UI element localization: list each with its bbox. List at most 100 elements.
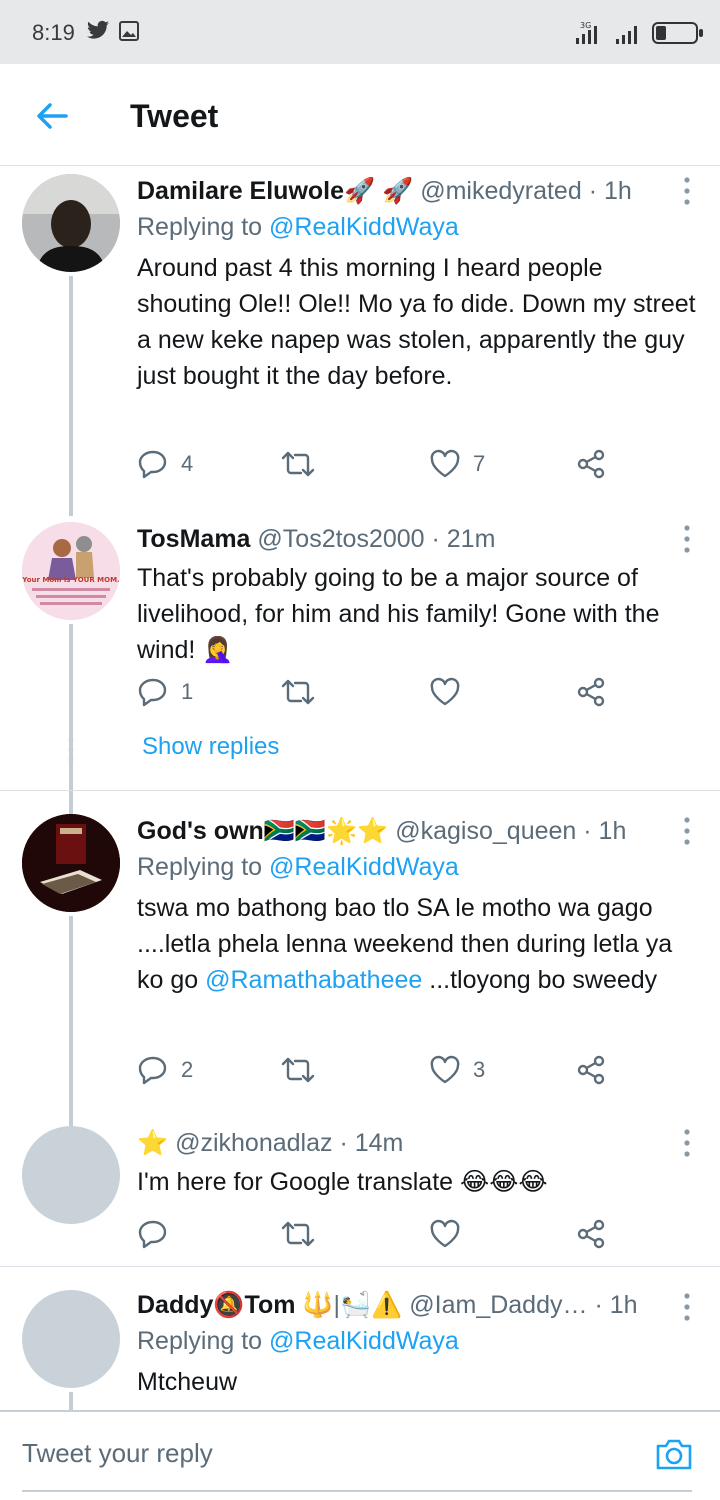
heart-icon: [430, 1219, 460, 1248]
like-button[interactable]: [429, 1214, 461, 1254]
author-name[interactable]: Damilare Eluwole: [137, 177, 344, 205]
replying-to-mention[interactable]: @RealKiddWaya: [269, 213, 459, 241]
author-handle[interactable]: @Tos2tos2000: [257, 525, 424, 553]
tweet-meta: ⭐ @zikhonadlaz · 14m: [137, 1129, 404, 1157]
signal-3g-icon: 3G: [576, 21, 597, 44]
tweet-meta: TosMama @Tos2tos2000 · 21m: [137, 525, 496, 553]
tweet-time: 21m: [446, 525, 496, 553]
show-replies-link[interactable]: Show replies: [142, 733, 279, 761]
tweet-actions: [137, 1214, 637, 1254]
share-icon: [577, 677, 605, 707]
back-arrow-icon[interactable]: [30, 94, 74, 138]
tweet-actions: 4 7: [137, 444, 637, 484]
tweet-time: 1h: [609, 1291, 638, 1319]
avatar[interactable]: [22, 1290, 120, 1388]
share-button[interactable]: [575, 1050, 607, 1090]
author-name[interactable]: Daddy: [137, 1291, 213, 1319]
divider: [0, 790, 720, 791]
heart-icon: [430, 677, 460, 706]
tweet-time: 1h: [598, 817, 627, 845]
twitter-bird-icon: [87, 20, 109, 39]
more-options-icon[interactable]: [682, 524, 692, 554]
like-button[interactable]: [429, 672, 461, 712]
share-icon: [577, 1219, 605, 1249]
share-button[interactable]: [575, 444, 607, 484]
avatar-caption: Your Mom is YOUR MOM.: [22, 576, 120, 584]
tweet-body: TosMama @Tos2tos2000 · 21m That's probab…: [137, 522, 700, 668]
share-button[interactable]: [575, 1214, 607, 1254]
thread-connector-line: [69, 276, 73, 516]
reply-composer-bar: Tweet your reply: [0, 1410, 720, 1500]
tweet-time: 1h: [603, 177, 632, 205]
divider: [0, 1410, 720, 1412]
heart-icon: [430, 449, 460, 478]
replying-to-mention[interactable]: @RealKiddWaya: [269, 1327, 459, 1355]
tweet-body: ⭐ @zikhonadlaz · 14m I'm here for Google…: [137, 1126, 700, 1200]
retweet-icon: [281, 1221, 315, 1247]
author-name[interactable]: God's own: [137, 817, 264, 845]
status-notification-icons: [86, 20, 140, 42]
retweet-icon: [281, 679, 315, 705]
avatar-photo: [22, 174, 120, 272]
author-handle[interactable]: @kagiso_queen: [395, 817, 576, 845]
author-handle[interactable]: @mikedyrated: [420, 177, 582, 205]
reply-icon: [138, 1056, 167, 1085]
tweet-meta: God's own🇿🇦🇿🇦🌟⭐ @kagiso_queen · 1h: [137, 817, 627, 845]
author-handle[interactable]: @zikhonadlaz: [175, 1129, 332, 1157]
retweet-icon: [281, 451, 315, 477]
more-options-icon[interactable]: [682, 1292, 692, 1322]
author-name[interactable]: TosMama: [137, 525, 250, 553]
author-handle[interactable]: @Iam_Daddy…: [409, 1291, 587, 1319]
retweet-button[interactable]: [281, 672, 315, 712]
author-name-emoji: ⭐: [137, 1129, 169, 1157]
tweet-mention-link[interactable]: @Ramathabatheee: [205, 966, 422, 994]
avatar[interactable]: [22, 1126, 120, 1224]
avatar[interactable]: [22, 814, 120, 912]
reply-button[interactable]: 2: [137, 1050, 193, 1090]
retweet-button[interactable]: [281, 1050, 315, 1090]
replying-to-mention[interactable]: @RealKiddWaya: [269, 853, 459, 881]
avatar[interactable]: Your Mom is YOUR MOM.: [22, 522, 120, 620]
retweet-button[interactable]: [281, 1214, 315, 1254]
tweet-text: tswa mo bathong bao tlo SA le motho wa g…: [137, 890, 700, 998]
tweet-text: Around past 4 this morning I heard peopl…: [137, 254, 696, 390]
reply-input[interactable]: Tweet your reply: [22, 1438, 213, 1469]
tweet-body: God's own🇿🇦🇿🇦🌟⭐ @kagiso_queen · 1h Reply…: [137, 814, 700, 998]
reply-icon: [138, 450, 167, 479]
reply-button[interactable]: 4: [137, 444, 193, 484]
more-options-icon[interactable]: [682, 816, 692, 846]
share-icon: [577, 449, 605, 479]
retweet-icon: [281, 1057, 315, 1083]
more-options-icon[interactable]: [682, 1128, 692, 1158]
thread-connector-line: [69, 1392, 73, 1410]
tweet-text: I'm here for Google translate 😂😂😂: [137, 1168, 548, 1196]
author-name-emoji: 🔱|🛀⚠️: [302, 1291, 403, 1319]
replying-to-line: Replying to @RealKiddWaya: [137, 848, 700, 886]
status-bar: 8:19 3G: [0, 0, 720, 64]
network-type-label: 3G: [580, 21, 591, 30]
replying-to-line: Replying to @RealKiddWaya: [137, 208, 700, 246]
retweet-button[interactable]: [281, 444, 327, 484]
share-button[interactable]: [575, 672, 607, 712]
thread-connector-line: [69, 916, 73, 1136]
like-button[interactable]: 7: [429, 444, 485, 484]
tweet-text-part: ...tloyong bo sweedy: [422, 966, 658, 994]
replies-feed[interactable]: Damilare Eluwole🚀 🚀 @mikedyrated · 1h Re…: [0, 166, 720, 1410]
replying-to-label: Replying to: [137, 1327, 263, 1355]
reply-button[interactable]: 1: [137, 672, 193, 712]
tweet-actions: 2 3: [137, 1050, 637, 1090]
reply-count: 1: [181, 679, 194, 704]
camera-icon[interactable]: [654, 1436, 694, 1472]
reply-button[interactable]: [137, 1214, 169, 1254]
author-name[interactable]: Tom: [245, 1291, 296, 1319]
page-title: Tweet: [130, 98, 219, 134]
avatar[interactable]: [22, 174, 120, 272]
replying-to-line: Replying to @RealKiddWaya: [137, 1322, 700, 1360]
more-options-icon[interactable]: [682, 176, 692, 206]
like-button[interactable]: 3: [429, 1050, 485, 1090]
author-name-emoji: 🇿🇦🇿🇦🌟⭐: [263, 817, 389, 845]
tweet-meta: Damilare Eluwole🚀 🚀 @mikedyrated · 1h: [137, 177, 632, 205]
reply-count: 2: [181, 1057, 194, 1082]
tweet-time: 14m: [354, 1129, 404, 1157]
status-system-icons: 3G: [574, 20, 703, 46]
